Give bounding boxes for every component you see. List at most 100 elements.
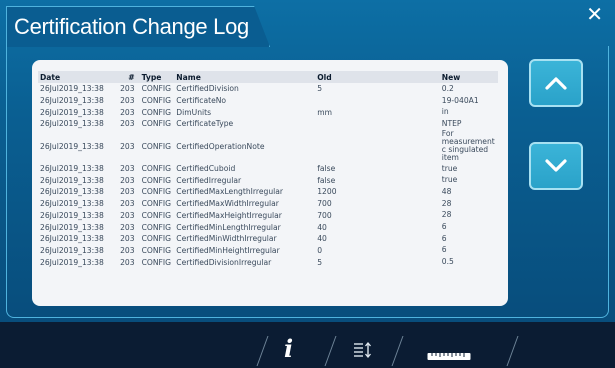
sort-list-icon[interactable] — [353, 341, 373, 362]
cell-type: CONFIG — [141, 187, 172, 197]
cell-name: CertifiedDivisionIrregular — [176, 257, 272, 267]
info-icon[interactable]: i — [284, 336, 293, 362]
table-row[interactable]: 26Jul2019_13:38 203 CONFIG CertifiedMinHeig… — [38, 245, 498, 257]
cell-name: CertifiedIrregular — [176, 175, 242, 185]
cell-new: 6 — [441, 222, 447, 232]
cell-number: 203 — [120, 164, 135, 174]
cell-old: false — [317, 175, 336, 185]
cell-name: CertificateType — [176, 119, 234, 129]
cell-name: CertifiedMaxLengthIrregular — [176, 187, 284, 197]
cell-number: 203 — [120, 187, 135, 197]
cell-number: 203 — [120, 210, 135, 220]
table-row[interactable]: 26Jul2019_13:38 203 CONFIG CertifiedMaxWidt… — [38, 198, 498, 210]
cell-old: false — [317, 164, 336, 174]
cell-number: 203 — [120, 175, 135, 185]
cell-date: 26Jul2019_13:38 — [40, 84, 104, 94]
cell-old: 0 — [317, 245, 323, 255]
close-button[interactable]: ✕ — [586, 2, 603, 26]
cell-old: 700 — [317, 210, 332, 220]
cell-date: 26Jul2019_13:38 — [40, 245, 104, 255]
bottom-toolbar — [0, 322, 615, 368]
cell-date: 26Jul2019_13:38 — [40, 107, 104, 117]
cell-old — [315, 95, 440, 107]
cell-new: 28 — [441, 198, 452, 208]
cell-new: 6 — [441, 245, 447, 255]
cell-type: CONFIG — [141, 245, 172, 255]
cell-new: in — [441, 107, 449, 117]
column-header-name[interactable]: Name — [174, 71, 316, 83]
cell-new: true — [441, 163, 458, 173]
scroll-up-button[interactable] — [529, 59, 583, 107]
column-header-old[interactable]: Old — [315, 71, 440, 83]
cell-new: true — [441, 175, 458, 185]
cell-number: 203 — [120, 245, 135, 255]
cell-date: 26Jul2019_13:38 — [40, 199, 104, 209]
table-row[interactable]: 26Jul2019_13:38 203 CONFIG CertifiedMaxHeig… — [38, 210, 498, 222]
cell-new: 6 — [441, 233, 447, 243]
cell-name: CertifiedMaxHeightIrregular — [176, 210, 282, 220]
cell-type: CONFIG — [141, 257, 172, 267]
cell-type: CONFIG — [141, 96, 172, 106]
table-row[interactable]: 26Jul2019_13:38 203 CONFIG CertifiedMinWidt… — [38, 233, 498, 245]
cell-date: 26Jul2019_13:38 — [40, 96, 104, 106]
table-row[interactable]: 26Jul2019_13:38 203 CONFIG CertifiedIrregul… — [38, 174, 498, 186]
table-row[interactable]: 26Jul2019_13:38 203 CONFIG DimUnits mm in — [38, 106, 498, 118]
chevron-up-icon — [545, 77, 567, 90]
cell-name: CertifiedMinHeightIrregular — [176, 245, 280, 255]
main-panel: Certification Change Log ✕ Date # Type N… — [0, 0, 615, 322]
cell-new: 0.2 — [441, 83, 454, 93]
table-header-row: Date # Type Name Old New — [38, 71, 498, 83]
cell-date: 26Jul2019_13:38 — [40, 175, 104, 185]
cell-name: CertifiedMaxWidthIrregular — [176, 199, 279, 209]
cell-old — [315, 118, 440, 130]
cell-number: 203 — [120, 107, 135, 117]
table-row[interactable]: 26Jul2019_13:38 203 CONFIG CertifiedDivisio… — [38, 256, 498, 268]
cell-number: 203 — [120, 222, 135, 232]
cell-new: 19-040A1 — [441, 95, 479, 105]
cell-number: 203 — [120, 234, 135, 244]
cell-type: CONFIG — [141, 84, 172, 94]
cell-name: CertificateNo — [176, 96, 227, 106]
cell-name: CertifiedCuboid — [176, 164, 236, 174]
cell-old — [315, 130, 440, 163]
column-header-new[interactable]: New — [439, 71, 498, 83]
cell-name: CertifiedMinWidthIrregular — [176, 234, 277, 244]
table-row[interactable]: 26Jul2019_13:38 203 CONFIG CertifiedMinLeng… — [38, 221, 498, 233]
cell-new: For measurement c singulated item — [441, 129, 495, 163]
cell-type: CONFIG — [141, 175, 172, 185]
table-row[interactable]: 26Jul2019_13:38 203 CONFIG CertifiedOperati… — [38, 130, 498, 163]
table-row[interactable]: 26Jul2019_13:38 203 CONFIG CertifiedDivisio… — [38, 83, 498, 95]
cell-date: 26Jul2019_13:38 — [40, 141, 104, 151]
cell-old: 5 — [317, 84, 323, 94]
cell-type: CONFIG — [141, 141, 172, 151]
change-log-card: Date # Type Name Old New 26Jul2019_13:38… — [32, 60, 508, 306]
scroll-down-button[interactable] — [529, 142, 583, 190]
cell-number: 203 — [120, 199, 135, 209]
cell-old: 1200 — [317, 187, 337, 197]
table-row[interactable]: 26Jul2019_13:38 203 CONFIG CertificateType N… — [38, 118, 498, 130]
cell-old: 700 — [317, 199, 332, 209]
cell-date: 26Jul2019_13:38 — [40, 257, 104, 267]
cell-name: CertifiedOperationNote — [176, 141, 265, 151]
table-row[interactable]: 26Jul2019_13:38 203 CONFIG CertificateNo 19-… — [38, 95, 498, 107]
cell-number: 203 — [120, 84, 135, 94]
ruler-icon[interactable] — [427, 346, 471, 365]
table-row[interactable]: 26Jul2019_13:38 203 CONFIG CertifiedCuboid f… — [38, 163, 498, 175]
column-header-date[interactable]: Date — [38, 71, 118, 83]
cell-type: CONFIG — [141, 164, 172, 174]
cell-date: 26Jul2019_13:38 — [40, 222, 104, 232]
table-row[interactable]: 26Jul2019_13:38 203 CONFIG CertifiedMaxLeng… — [38, 186, 498, 198]
cell-old: mm — [317, 107, 332, 117]
cell-date: 26Jul2019_13:38 — [40, 187, 104, 197]
cell-type: CONFIG — [141, 210, 172, 220]
chevron-down-icon — [545, 159, 567, 172]
column-header-type[interactable]: Type — [139, 71, 175, 83]
cell-date: 26Jul2019_13:38 — [40, 210, 104, 220]
cell-type: CONFIG — [141, 234, 172, 244]
cell-date: 26Jul2019_13:38 — [40, 234, 104, 244]
cell-number: 203 — [120, 257, 135, 267]
column-header-number[interactable]: # — [117, 71, 140, 83]
cell-type: CONFIG — [141, 119, 172, 129]
cell-old: 40 — [317, 234, 327, 244]
change-log-body: 26Jul2019_13:38 203 CONFIG CertifiedDivisio… — [38, 83, 498, 268]
